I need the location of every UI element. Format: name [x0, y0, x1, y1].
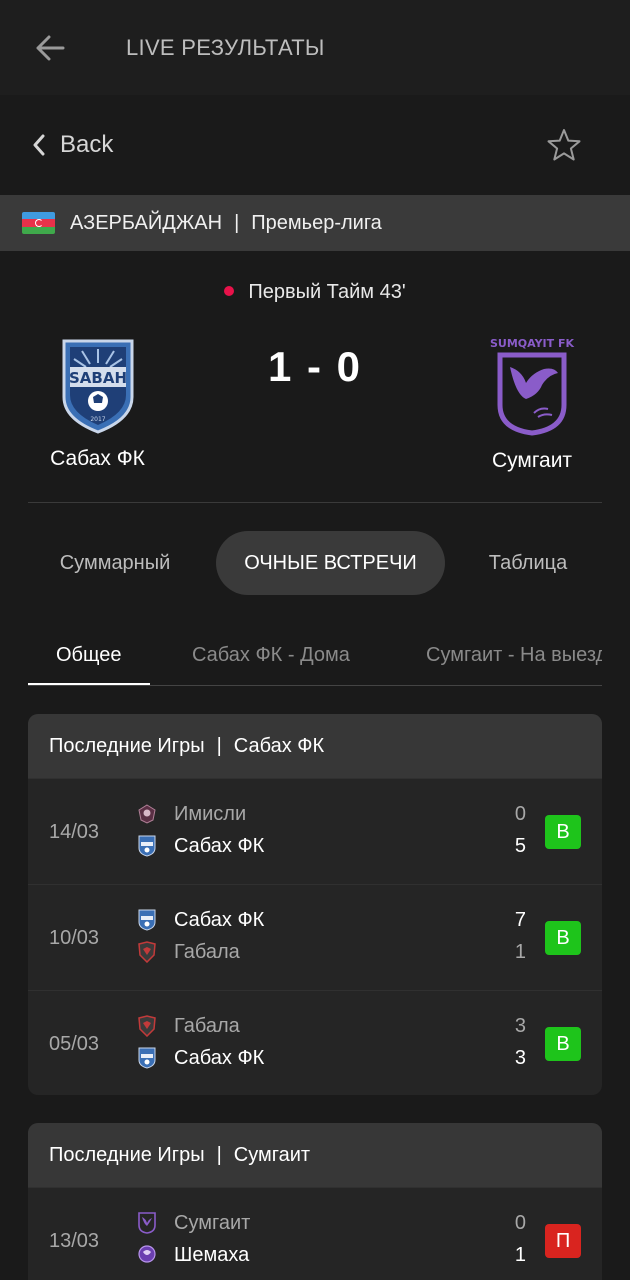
game-row[interactable]: 05/03 Габала 3 Сабах ФК 3 В	[28, 990, 602, 1095]
game-row[interactable]: 14/03 Имисли 0 Сабах ФК 5 В	[28, 778, 602, 884]
team-name: Имисли	[174, 802, 247, 825]
tab-standings[interactable]: Таблица	[470, 531, 586, 595]
back-button[interactable]: Back	[32, 131, 113, 159]
team-name: Габала	[174, 940, 240, 963]
card-title: Последние Игры	[49, 734, 205, 757]
result-badge: В	[545, 921, 581, 955]
team-goals: 5	[514, 834, 526, 857]
sabah-logo-badge: 2017	[90, 416, 105, 423]
game-team-row: Габала 3	[136, 1011, 526, 1041]
match-header: Первый Тайм 43' SABAH 2017 Сабах ФК 1 - …	[0, 251, 630, 503]
card-header: Последние Игры | Сумгаит	[28, 1123, 602, 1187]
imishli-crest-icon	[136, 803, 158, 825]
team-goals: 7	[514, 908, 526, 931]
tab-summary[interactable]: Суммарный	[40, 531, 190, 595]
game-team-row: Сабах ФК 3	[136, 1043, 526, 1073]
team-goals: 0	[514, 1211, 526, 1234]
match-status: Первый Тайм 43'	[0, 281, 630, 304]
sub-bar: Back	[0, 95, 630, 195]
team-name: Сабах ФК	[174, 834, 265, 857]
gabala-crest-icon	[136, 1015, 158, 1037]
team-goals: 3	[514, 1014, 526, 1037]
result-badge: В	[545, 815, 581, 849]
sabah-crest-icon: SABAH 2017	[62, 339, 133, 434]
arrow-left-icon[interactable]	[30, 28, 70, 68]
card-header: Последние Игры | Сабах ФК	[28, 714, 602, 778]
sabah-crest-icon	[136, 835, 158, 857]
result-badge: П	[545, 1224, 581, 1258]
gabala-crest-icon	[136, 941, 158, 963]
sabah-crest-icon	[136, 1047, 158, 1069]
chevron-left-icon	[33, 134, 45, 156]
game-date: 10/03	[49, 926, 100, 949]
team-name: Сумгаит	[174, 1211, 251, 1234]
live-dot-icon	[224, 285, 235, 296]
recent-games-card-away: Последние Игры | Сумгаит 13/03 Сумгаит 0 Ш…	[28, 1123, 602, 1280]
game-team-row: Шемаха 1	[136, 1240, 526, 1270]
card-separator: |	[216, 1143, 222, 1166]
card-team: Сумгаит	[233, 1143, 311, 1166]
shamakhi-crest-icon	[136, 1244, 158, 1266]
game-team-row: Имисли 0	[136, 799, 526, 829]
team-goals: 3	[514, 1046, 526, 1069]
match-score: 1 - 0	[267, 343, 363, 390]
away-team[interactable]: SUMQAYIT FK Сумгаит	[472, 333, 592, 473]
league-competition: Премьер-лига	[251, 211, 382, 234]
sumqayit-logo-text: SUMQAYIT FK	[490, 337, 575, 350]
star-icon[interactable]	[544, 125, 584, 165]
card-team: Сабах ФК	[233, 734, 325, 757]
team-goals: 0	[514, 802, 526, 825]
team-name: Габала	[174, 1014, 240, 1037]
team-name: Шемаха	[174, 1243, 250, 1266]
home-team[interactable]: SABAH 2017 Сабах ФК	[40, 337, 155, 471]
tab-head-to-head[interactable]: ОЧНЫЕ ВСТРЕЧИ	[216, 531, 445, 595]
league-country: АЗЕРБАЙДЖАН	[70, 211, 223, 234]
sub-tabs: Общее Сабах ФК - Дома Сумгаит - На выезд…	[28, 625, 602, 686]
card-separator: |	[216, 734, 222, 757]
sabah-logo-text: SABAH	[68, 369, 126, 387]
result-badge: В	[545, 1027, 581, 1061]
sabah-crest-icon	[136, 909, 158, 931]
game-date: 14/03	[49, 820, 100, 843]
subtab-away[interactable]: Сумгаит - На выезде	[426, 625, 602, 685]
card-title: Последние Игры	[49, 1143, 205, 1166]
main-tabs: Суммарный ОЧНЫЕ ВСТРЕЧИ Таблица	[0, 531, 630, 595]
app-title: LIVE РЕЗУЛЬТАТЫ	[126, 34, 325, 60]
game-row[interactable]: 10/03 Сабах ФК 7 Габала 1 В	[28, 884, 602, 990]
match-status-text: Первый Тайм 43'	[248, 281, 406, 303]
back-label: Back	[60, 131, 114, 158]
home-team-name: Сабах ФК	[50, 447, 145, 470]
team-goals: 1	[514, 940, 526, 963]
team-name: Сабах ФК	[174, 1046, 265, 1069]
team-name: Сабах ФК	[174, 908, 265, 931]
subtab-active-indicator	[28, 683, 150, 685]
recent-games-card-home: Последние Игры | Сабах ФК 14/03 Имисли 0 С…	[28, 714, 602, 1095]
league-separator: |	[234, 211, 240, 234]
game-team-row: Сумгаит 0	[136, 1208, 526, 1238]
away-team-name: Сумгаит	[491, 449, 573, 472]
game-date: 05/03	[49, 1032, 100, 1055]
divider	[28, 502, 602, 503]
game-date: 13/03	[49, 1229, 100, 1252]
game-team-row: Габала 1	[136, 937, 526, 967]
league-bar[interactable]: АЗЕРБАЙДЖАН | Премьер-лига	[0, 195, 630, 251]
game-team-row: Сабах ФК 5	[136, 831, 526, 861]
app-bar: LIVE РЕЗУЛЬТАТЫ	[0, 0, 630, 95]
team-goals: 1	[514, 1243, 526, 1266]
azerbaijan-flag-icon	[22, 212, 55, 234]
sumqayit-crest-icon	[136, 1212, 158, 1234]
subtab-home[interactable]: Сабах ФК - Дома	[192, 625, 350, 685]
sumqayit-crest-icon: SUMQAYIT FK	[490, 337, 575, 436]
game-team-row: Сабах ФК 7	[136, 905, 526, 935]
game-row[interactable]: 13/03 Сумгаит 0 Шемаха 1 П	[28, 1187, 602, 1280]
subtab-overall[interactable]: Общее	[56, 625, 122, 685]
